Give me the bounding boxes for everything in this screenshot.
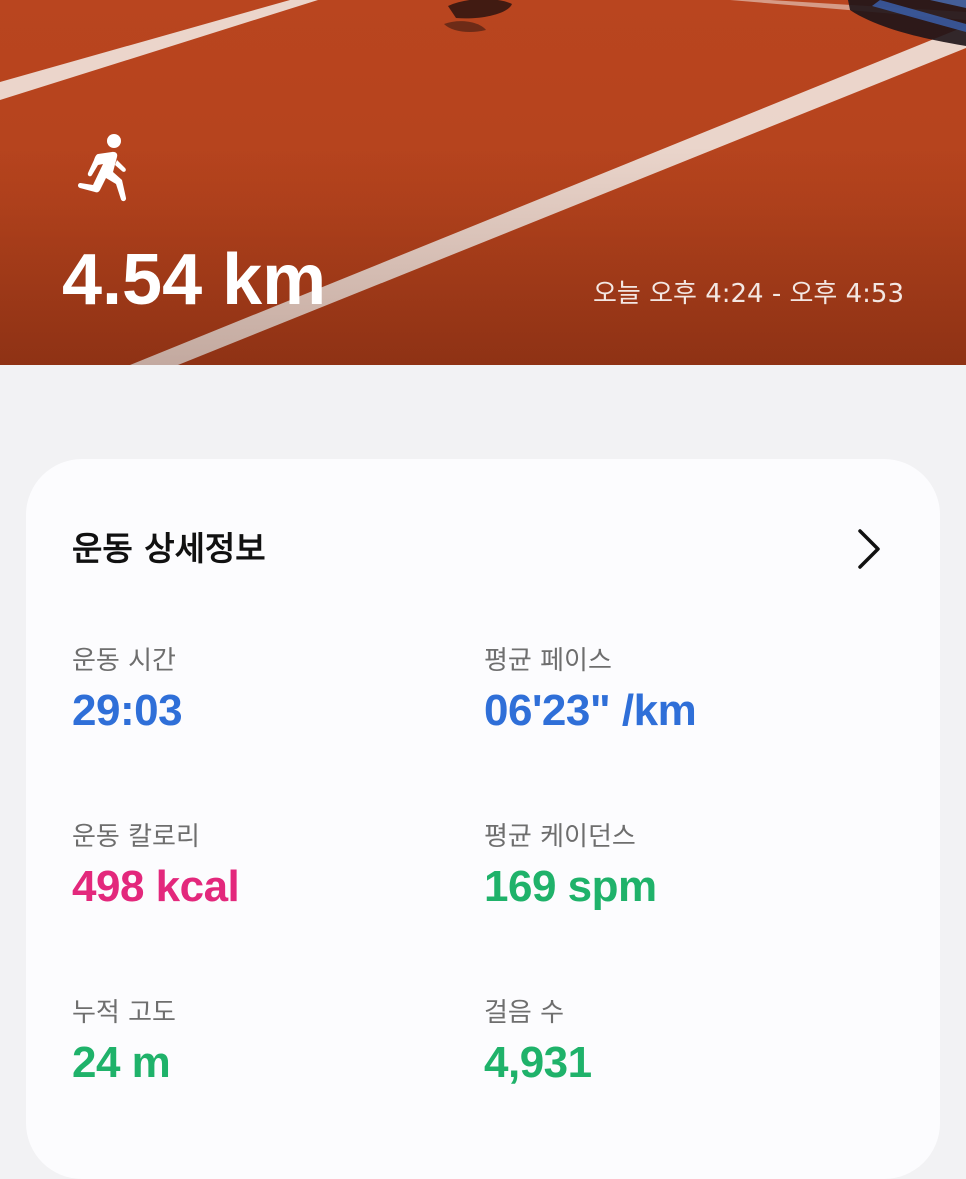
running-person-icon (77, 134, 127, 202)
hero-banner: 4.54 km 오늘 오후 4:24 - 오후 4:53 (0, 0, 966, 365)
stat-value: 24 m (72, 1038, 171, 1087)
stat-value: 29:03 (72, 686, 183, 735)
workout-details-card: 운동 상세정보 운동 시간 29:03 평균 페이스 06'23" /km 운동… (26, 459, 940, 1179)
stat-calories: 운동 칼로리 498 kcal (72, 821, 240, 913)
workout-time-range: 오늘 오후 4:24 - 오후 4:53 (593, 279, 904, 309)
stat-steps: 걸음 수 4,931 (484, 997, 592, 1089)
stat-label: 누적 고도 (72, 998, 176, 1028)
stat-pace: 평균 페이스 06'23" /km (484, 645, 697, 737)
stat-duration: 운동 시간 29:03 (72, 645, 183, 737)
stat-label: 걸음 수 (484, 998, 565, 1028)
stat-label: 평균 페이스 (484, 646, 612, 676)
stat-value: 169 spm (484, 862, 657, 911)
stat-cadence: 평균 케이던스 169 spm (484, 821, 657, 913)
stat-label: 운동 칼로리 (72, 822, 200, 852)
section-title: 운동 상세정보 (72, 529, 266, 568)
stat-label: 평균 케이던스 (484, 822, 636, 852)
distance-total: 4.54 km (62, 240, 327, 320)
stat-label: 운동 시간 (72, 646, 176, 676)
stat-elevation: 누적 고도 24 m (72, 997, 176, 1089)
chevron-right-icon[interactable] (850, 525, 886, 573)
stat-value: 4,931 (484, 1038, 592, 1087)
stat-value: 498 kcal (72, 862, 240, 911)
stat-value: 06'23" /km (484, 686, 697, 735)
